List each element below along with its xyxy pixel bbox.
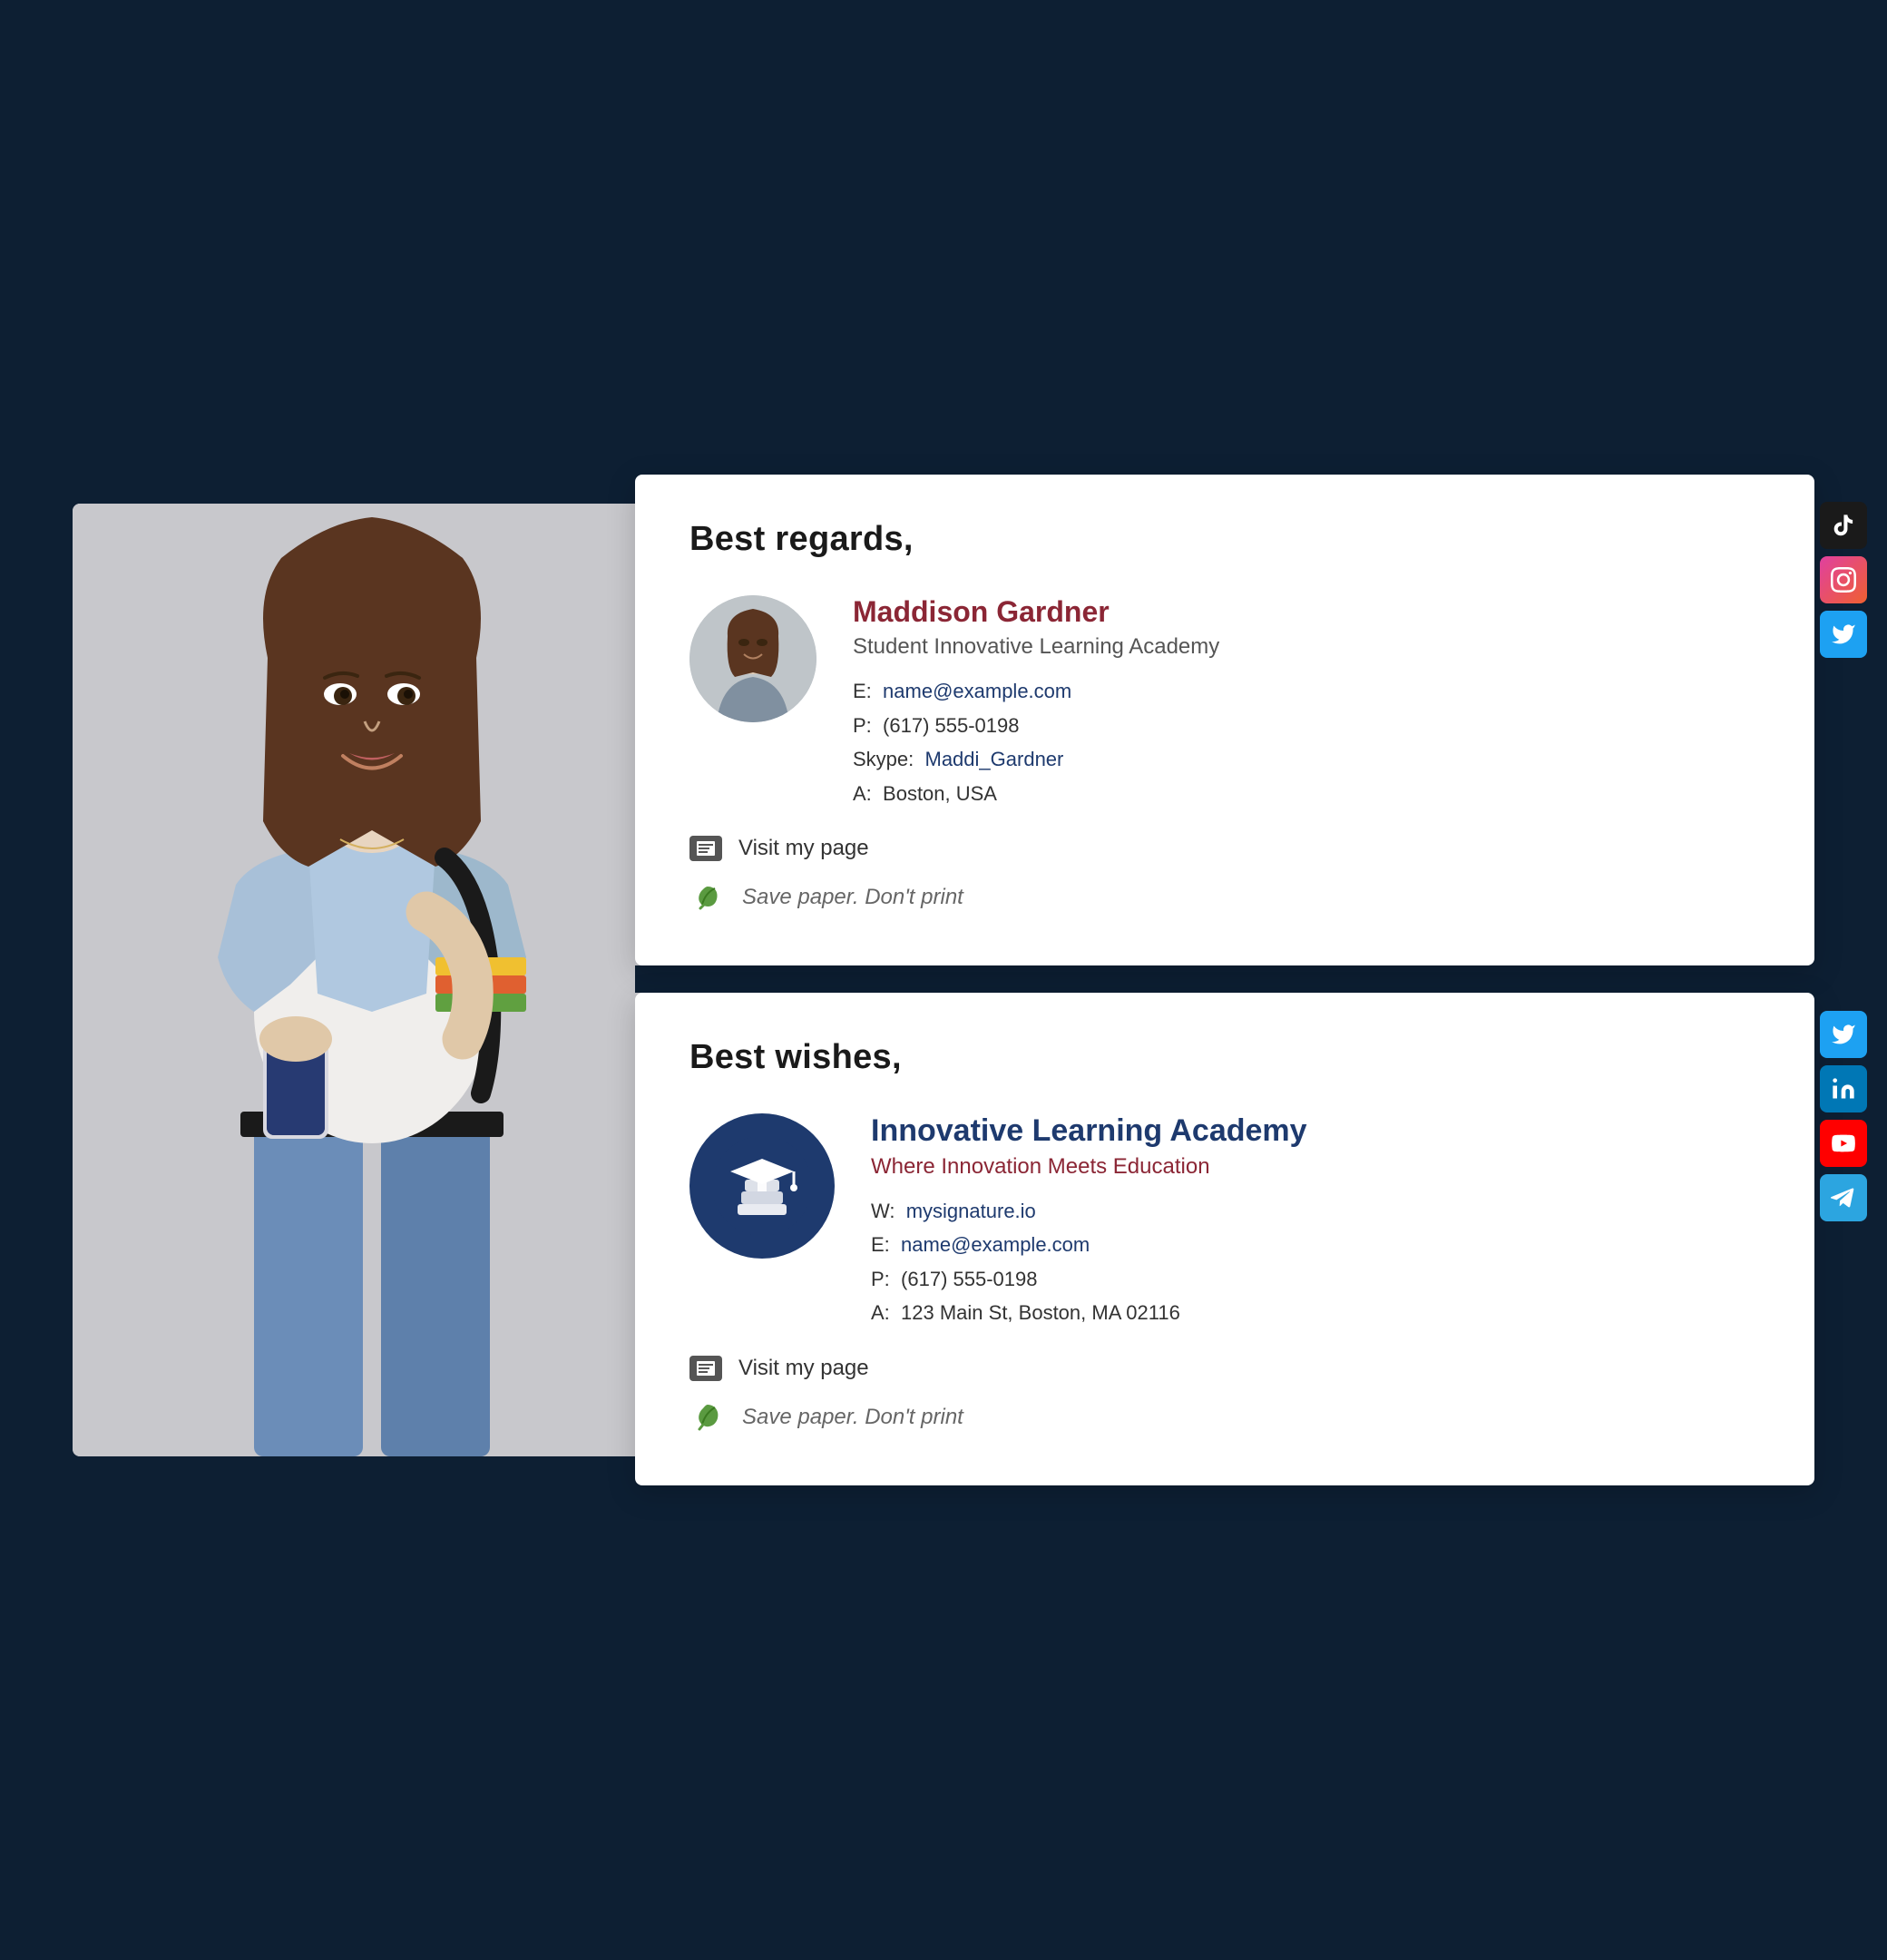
visit-page-label-1[interactable]: Visit my page — [738, 836, 869, 861]
sig-role-1: Student Innovative Learning Academy — [853, 634, 1760, 660]
address-label-1: A: — [853, 782, 872, 805]
greeting-2: Best wishes, — [689, 1038, 1760, 1077]
hero-photo — [73, 504, 689, 1456]
right-content: Best regards, — [635, 475, 1814, 1485]
signature-card-2: Best wishes, — [635, 993, 1814, 1485]
visit-page-label-2[interactable]: Visit my page — [738, 1356, 869, 1381]
email-label-1: E: — [853, 680, 872, 702]
website-2[interactable]: mysignature.io — [906, 1200, 1036, 1222]
sig-body-1: Maddison Gardner Student Innovative Lear… — [689, 595, 1760, 810]
instagram-button[interactable] — [1820, 556, 1867, 603]
academy-logo — [689, 1113, 835, 1259]
social-icons-1 — [1820, 502, 1867, 658]
avatar-1 — [689, 595, 816, 722]
phone-label-1: P: — [853, 714, 872, 737]
skype-label-1: Skype: — [853, 748, 914, 770]
sig-body-2: Innovative Learning Academy Where Innova… — [689, 1113, 1760, 1330]
telegram-button[interactable] — [1820, 1174, 1867, 1221]
page-icon-2 — [689, 1356, 722, 1381]
sig-info-1: Maddison Gardner Student Innovative Lear… — [853, 595, 1760, 810]
phone-label-2: P: — [871, 1268, 890, 1290]
skype-1[interactable]: Maddi_Gardner — [925, 748, 1064, 770]
sig-actions-1: Visit my page Save paper. Don't print — [689, 836, 1760, 916]
eco-label-1: Save paper. Don't print — [742, 885, 963, 910]
eco-icon-2 — [689, 1399, 726, 1436]
sig-detail-1: E: name@example.com P: (617) 555-0198 Sk… — [853, 674, 1760, 810]
main-container: Best regards, — [0, 0, 1887, 1960]
email-label-2: E: — [871, 1233, 890, 1256]
eco-label-2: Save paper. Don't print — [742, 1405, 963, 1430]
address-1: Boston, USA — [883, 782, 997, 805]
email-1[interactable]: name@example.com — [883, 680, 1071, 702]
phone-2: (617) 555-0198 — [901, 1268, 1037, 1290]
address-label-2: A: — [871, 1301, 890, 1324]
youtube-button[interactable] — [1820, 1120, 1867, 1167]
sig-name-2: Innovative Learning Academy — [871, 1113, 1760, 1149]
sig-detail-2: W: mysignature.io E: name@example.com P:… — [871, 1194, 1760, 1330]
social-icons-2 — [1820, 1011, 1867, 1221]
eco-row-2: Save paper. Don't print — [689, 1399, 1760, 1436]
twitter-button-2[interactable] — [1820, 1011, 1867, 1058]
sig-tagline-2: Where Innovation Meets Education — [871, 1154, 1760, 1180]
tiktok-button[interactable] — [1820, 502, 1867, 549]
visit-page-row-2: Visit my page — [689, 1356, 1760, 1381]
signature-card-1: Best regards, — [635, 475, 1814, 965]
website-label-2: W: — [871, 1200, 895, 1222]
dark-divider — [635, 965, 1814, 993]
phone-1: (617) 555-0198 — [883, 714, 1019, 737]
photo-placeholder — [73, 504, 689, 1456]
page-icon-1 — [689, 836, 722, 861]
eco-icon-1 — [689, 879, 726, 916]
eco-row-1: Save paper. Don't print — [689, 879, 1760, 916]
address-2: 123 Main St, Boston, MA 02116 — [901, 1301, 1180, 1324]
avatar-2 — [689, 1113, 835, 1259]
twitter-button-1[interactable] — [1820, 611, 1867, 658]
visit-page-row-1: Visit my page — [689, 836, 1760, 861]
sig-name-1: Maddison Gardner — [853, 595, 1760, 629]
email-2[interactable]: name@example.com — [901, 1233, 1090, 1256]
linkedin-button[interactable] — [1820, 1065, 1867, 1112]
greeting-1: Best regards, — [689, 520, 1760, 559]
sig-actions-2: Visit my page Save paper. Don't print — [689, 1356, 1760, 1436]
sig-info-2: Innovative Learning Academy Where Innova… — [871, 1113, 1760, 1330]
